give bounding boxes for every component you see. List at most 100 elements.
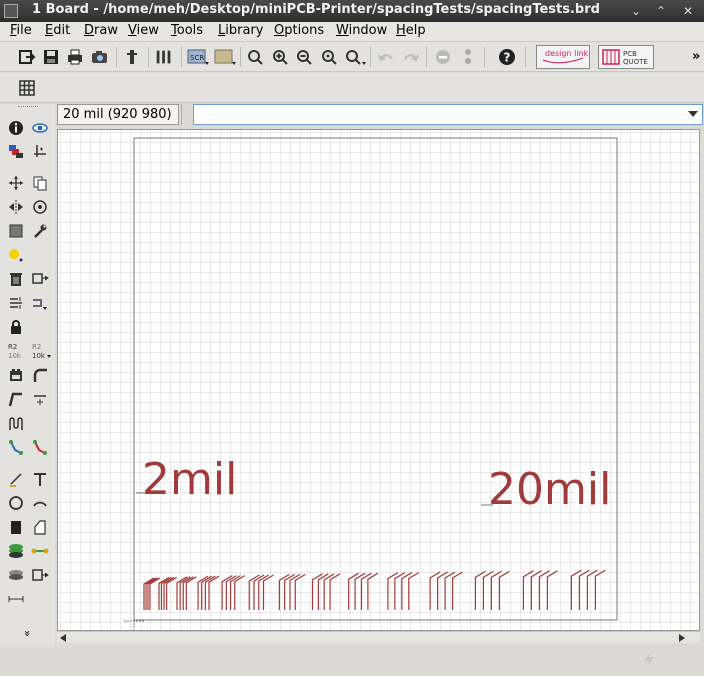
title-bar: 1 Board - /home/meh/Desktop/miniPCB-Prin…	[0, 0, 704, 22]
smash-icon[interactable]	[31, 294, 49, 312]
go-icon[interactable]	[458, 47, 478, 67]
menu-library[interactable]: Library	[218, 23, 263, 38]
label-20mil: 20mil	[488, 464, 611, 515]
zoom-out-icon[interactable]	[294, 47, 314, 67]
zoom-fit-icon[interactable]	[245, 47, 265, 67]
menu-draw[interactable]: Draw	[84, 23, 118, 38]
help-icon[interactable]: ?	[497, 47, 517, 67]
show-eye-icon[interactable]	[31, 119, 49, 137]
script-icon[interactable]: SCR	[187, 47, 211, 67]
grid-icon[interactable]	[17, 78, 37, 98]
command-input[interactable]	[194, 105, 674, 124]
toolbar-overflow-button[interactable]: »	[692, 49, 700, 64]
label-2mil: 2mil	[142, 454, 237, 505]
hole-icon[interactable]	[7, 566, 25, 584]
change-wrench-icon[interactable]	[31, 222, 49, 240]
wire-icon[interactable]	[7, 470, 25, 488]
maximize-button[interactable]: ⌃	[653, 3, 669, 19]
rectangle-icon[interactable]	[7, 518, 25, 536]
ulp-icon[interactable]	[122, 47, 142, 67]
main-toolbar: SCR ? design link PCB QUOTE »	[0, 42, 704, 72]
menu-window[interactable]: Window	[336, 23, 387, 38]
route-icon[interactable]	[7, 438, 25, 456]
text-icon[interactable]	[31, 470, 49, 488]
tool-palette: R2 10k R2 10k »	[0, 104, 55, 652]
svg-text:?: ?	[504, 51, 511, 65]
smd-icon[interactable]	[7, 366, 25, 384]
meander-icon[interactable]	[7, 414, 25, 432]
grid-toolbar	[0, 73, 704, 103]
split-icon[interactable]	[7, 390, 25, 408]
arc-icon[interactable]	[31, 494, 49, 512]
eagle-board-window: 1 Board - /home/meh/Desktop/miniPCB-Prin…	[0, 0, 704, 676]
redo-icon[interactable]	[401, 47, 421, 67]
polygon-icon[interactable]	[31, 518, 49, 536]
add-part-icon[interactable]	[31, 270, 49, 288]
svg-text:PCB: PCB	[623, 50, 637, 58]
undo-icon[interactable]	[376, 47, 396, 67]
print-icon[interactable]	[65, 47, 85, 67]
signal-icon[interactable]	[31, 542, 49, 560]
command-history-dropdown-icon[interactable]	[688, 111, 698, 117]
status-bar	[0, 646, 704, 676]
menu-help[interactable]: Help	[396, 23, 426, 38]
grid-background	[58, 130, 699, 630]
delete-icon[interactable]	[7, 270, 25, 288]
svg-text:SCR: SCR	[190, 54, 204, 62]
open-icon[interactable]	[17, 47, 37, 67]
lock-icon[interactable]	[7, 318, 25, 336]
name-tool-icon[interactable]: R2 10k	[5, 342, 27, 360]
menu-bar: File Edit Draw View Tools Library Option…	[0, 22, 704, 42]
scroll-right-icon[interactable]	[679, 634, 685, 642]
via-stack-icon[interactable]	[7, 542, 25, 560]
stop-icon[interactable]	[433, 47, 453, 67]
menu-tools[interactable]: Tools	[171, 23, 203, 38]
svg-text:design link: design link	[545, 49, 589, 58]
svg-text:R2: R2	[8, 343, 17, 351]
palette-more-button[interactable]: »	[21, 630, 34, 637]
cam-processor-icon[interactable]	[90, 47, 110, 67]
replace-icon[interactable]	[7, 294, 25, 312]
app-icon	[4, 4, 18, 18]
copy-icon[interactable]	[31, 174, 49, 192]
pad-icon[interactable]	[31, 566, 49, 584]
paste-icon[interactable]	[7, 246, 25, 264]
menu-options[interactable]: Options	[274, 23, 324, 38]
svg-text:R2: R2	[32, 343, 41, 351]
save-icon[interactable]	[41, 47, 61, 67]
window-title: 1 Board - /home/meh/Desktop/miniPCB-Prin…	[32, 2, 600, 17]
move-icon[interactable]	[7, 174, 25, 192]
menu-view[interactable]: View	[128, 23, 159, 38]
zoom-in-icon[interactable]	[270, 47, 290, 67]
mark-icon[interactable]	[31, 142, 49, 160]
zoom-select-icon[interactable]	[344, 47, 368, 67]
command-line[interactable]	[193, 104, 703, 125]
dimension-icon[interactable]	[7, 590, 25, 608]
pcb-quote-button[interactable]: PCB QUOTE	[598, 45, 654, 69]
board-drawing: 2mil 20mil	[58, 130, 699, 630]
menu-file[interactable]: File	[10, 23, 32, 38]
circle-icon[interactable]	[7, 494, 25, 512]
svg-text:10k: 10k	[32, 352, 46, 360]
optimize-icon[interactable]	[31, 390, 49, 408]
ripup-icon[interactable]	[31, 438, 49, 456]
value-tool-icon[interactable]: R2 10k	[29, 342, 53, 360]
svg-text:10k: 10k	[8, 352, 22, 360]
scroll-left-icon[interactable]	[60, 634, 66, 642]
mirror-icon[interactable]	[7, 198, 25, 216]
close-button[interactable]: ✕	[680, 3, 696, 19]
menu-edit[interactable]: Edit	[45, 23, 70, 38]
display-layers-icon[interactable]	[7, 142, 25, 160]
minimize-button[interactable]: ⌄	[628, 3, 644, 19]
horizontal-scrollbar[interactable]	[57, 631, 700, 643]
design-link-button[interactable]: design link	[536, 45, 590, 69]
run-ulp-icon[interactable]	[214, 47, 238, 67]
group-icon[interactable]	[7, 222, 25, 240]
board-canvas[interactable]: 2mil 20mil	[57, 129, 700, 631]
info-icon[interactable]	[7, 119, 25, 137]
layer-settings-icon[interactable]	[154, 47, 174, 67]
miter-icon[interactable]	[31, 366, 49, 384]
zoom-redraw-icon[interactable]	[319, 47, 339, 67]
svg-text:QUOTE: QUOTE	[623, 58, 648, 66]
rotate-icon[interactable]	[31, 198, 49, 216]
